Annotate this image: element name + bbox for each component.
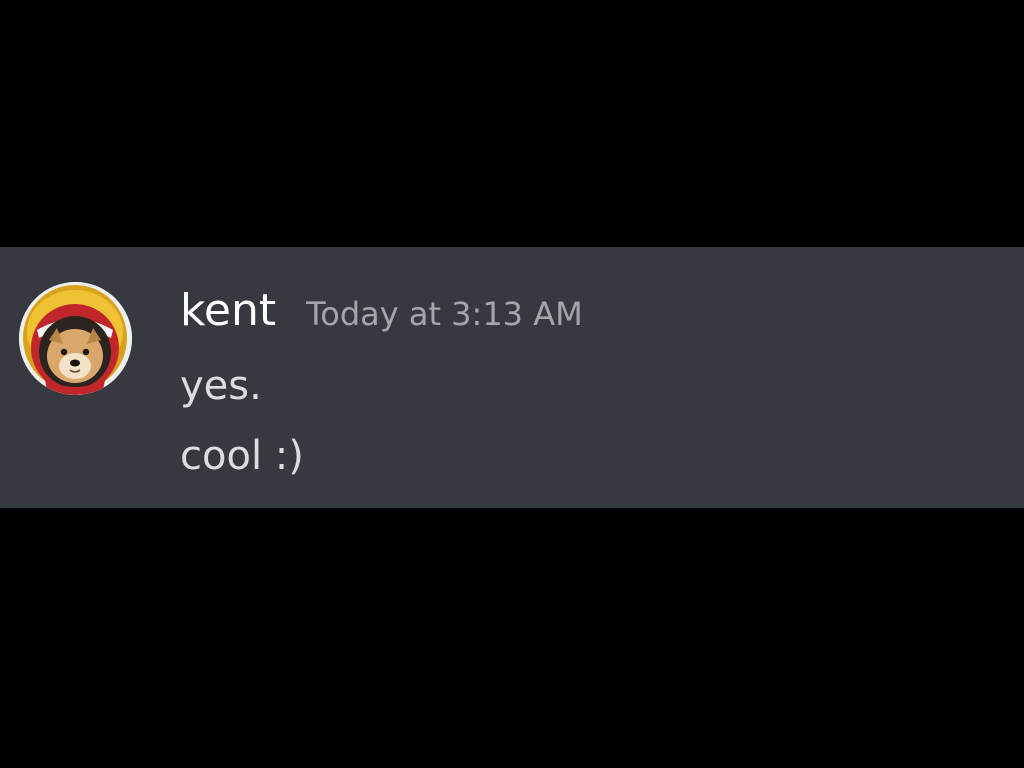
chat-view: kent Today at 3:13 AM yes. cool :) <box>0 0 1024 768</box>
message-group[interactable]: kent Today at 3:13 AM yes. cool :) <box>0 247 1024 508</box>
username[interactable]: kent <box>180 285 276 336</box>
avatar-image <box>19 282 132 395</box>
message-text: yes. <box>180 363 262 409</box>
message-header: kent Today at 3:13 AM <box>180 285 583 345</box>
message-text: cool :) <box>180 433 304 479</box>
dog-astronaut-helmet-icon[interactable] <box>19 282 132 395</box>
timestamp[interactable]: Today at 3:13 AM <box>306 295 583 333</box>
